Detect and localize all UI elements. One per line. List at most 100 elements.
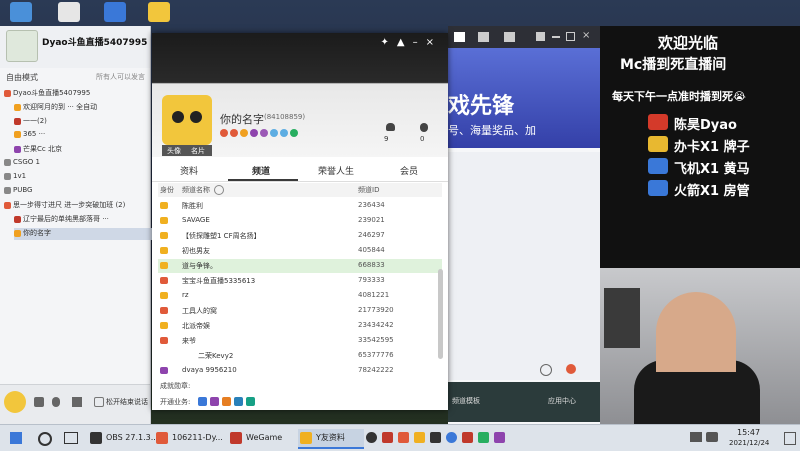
windows-start-icon[interactable] bbox=[10, 432, 22, 444]
banner-title: 戏先锋 bbox=[448, 94, 515, 119]
table-scrollbar[interactable] bbox=[438, 269, 443, 359]
grid-icon[interactable] bbox=[478, 32, 489, 42]
fans-icon[interactable] bbox=[420, 123, 428, 132]
medal-icon[interactable] bbox=[250, 129, 258, 137]
table-row[interactable]: rz 4081221 bbox=[158, 289, 442, 303]
table-row[interactable]: 来爷 33542595 bbox=[158, 334, 442, 348]
overlay-badge-icon bbox=[648, 114, 668, 130]
tab-info[interactable]: 资料 bbox=[180, 164, 198, 177]
microphone-icon[interactable] bbox=[52, 397, 60, 407]
app-icon bbox=[90, 432, 102, 444]
table-row[interactable]: 道与争锋。 668833 bbox=[158, 259, 442, 273]
tab-honor[interactable]: 荣誉人生 bbox=[318, 164, 354, 177]
tray-icon[interactable] bbox=[462, 432, 473, 443]
tray-icon[interactable] bbox=[430, 432, 441, 443]
channel-tree-item[interactable]: Dyao斗鱼直播5407995 bbox=[4, 88, 154, 100]
service-icon[interactable] bbox=[246, 397, 255, 406]
taskbar-app[interactable]: Y友资料 bbox=[298, 429, 364, 449]
home-icon[interactable] bbox=[454, 32, 465, 42]
edge-icon[interactable] bbox=[104, 2, 126, 22]
channel-tree-label: 一一(2) bbox=[23, 117, 47, 125]
tray-icon[interactable] bbox=[446, 432, 457, 443]
channel-tree-item[interactable]: 辽宁最后的单纯黑部落哥 ··· bbox=[14, 214, 164, 226]
table-row[interactable]: 北派帝娱 23434242 bbox=[158, 319, 442, 333]
close-icon[interactable]: × bbox=[426, 37, 442, 48]
leaf-icon[interactable] bbox=[290, 129, 298, 137]
channel-tree-item[interactable]: 你的名字 bbox=[14, 228, 164, 240]
qq-icon[interactable] bbox=[58, 2, 80, 22]
clock-date[interactable]: 2021/12/24 bbox=[729, 439, 769, 447]
close-icon[interactable]: × bbox=[582, 30, 590, 41]
tray-icon[interactable] bbox=[398, 432, 409, 443]
pin-icon[interactable] bbox=[536, 32, 545, 41]
search-icon[interactable] bbox=[38, 432, 52, 446]
channel-template-link[interactable]: 频道模板 bbox=[452, 396, 480, 406]
speaker-icon[interactable] bbox=[34, 397, 44, 407]
heart-icon[interactable] bbox=[386, 123, 395, 131]
record-icon[interactable] bbox=[566, 364, 576, 374]
service-icon[interactable] bbox=[198, 397, 207, 406]
diamond-icon[interactable] bbox=[270, 129, 278, 137]
profile-avatar[interactable] bbox=[162, 95, 212, 145]
table-row[interactable]: 宝宝斗鱼直播5335613 793333 bbox=[158, 274, 442, 288]
channel-tree-item[interactable]: 芒果Cc 北京 bbox=[14, 144, 164, 156]
diamond-icon[interactable] bbox=[280, 129, 288, 137]
medal-icon[interactable] bbox=[260, 129, 268, 137]
table-row[interactable]: dvaya 9956210 78242222 bbox=[158, 364, 442, 378]
tray-icon[interactable] bbox=[414, 432, 425, 443]
avatar-tab-photo[interactable]: 头像 bbox=[167, 146, 181, 156]
service-icon[interactable] bbox=[210, 397, 219, 406]
notification-icon[interactable] bbox=[784, 432, 796, 445]
service-icon[interactable] bbox=[222, 397, 231, 406]
chat-icon[interactable] bbox=[540, 364, 552, 376]
tab-channel[interactable]: 频道 bbox=[252, 164, 270, 177]
avatar[interactable] bbox=[4, 391, 26, 413]
channel-tree-item[interactable]: 思一步得寸进尺 进一步突破加班 (2) bbox=[4, 200, 154, 212]
channel-tree-item[interactable]: 365 ··· bbox=[14, 130, 164, 142]
avatar[interactable] bbox=[6, 30, 38, 62]
channel-tree-item[interactable]: 一一(2) bbox=[14, 116, 164, 128]
medal-icon[interactable] bbox=[230, 129, 238, 137]
game-banner[interactable]: 戏先锋 号、海量奖品、加 bbox=[448, 48, 600, 148]
tab-member[interactable]: 会员 bbox=[400, 164, 418, 177]
taskbar-app-label: OBS 27.1.3... bbox=[106, 433, 159, 442]
volume-icon[interactable] bbox=[706, 432, 718, 442]
channel-tree-item[interactable]: PUBG bbox=[4, 186, 154, 198]
table-row[interactable]: 工具人的窝 21773920 bbox=[158, 304, 442, 318]
table-row[interactable]: 陈胜利 236434 bbox=[158, 199, 442, 213]
table-row[interactable]: SAVAGE 239021 bbox=[158, 214, 442, 228]
tray-icon[interactable] bbox=[478, 432, 489, 443]
computer-icon[interactable] bbox=[10, 2, 32, 22]
table-row[interactable]: 二荣Kevy2 65377776 bbox=[158, 349, 442, 363]
channel-tree-item[interactable]: CSGO 1 bbox=[4, 158, 154, 170]
tray-icon[interactable] bbox=[366, 432, 377, 443]
channel-tree-item[interactable]: 欢迎阿月的到 ··· 全自动 bbox=[14, 102, 164, 114]
refresh-icon[interactable] bbox=[214, 185, 224, 195]
table-row[interactable]: 【侦探雕塑1 CF周名扬】 246297 bbox=[158, 229, 442, 243]
medal-icon[interactable] bbox=[240, 129, 248, 137]
task-view-icon[interactable] bbox=[64, 432, 78, 444]
service-icon[interactable] bbox=[234, 397, 243, 406]
up-icon[interactable]: ▲ bbox=[397, 37, 413, 48]
network-icon[interactable] bbox=[690, 432, 702, 442]
minimize-icon[interactable]: – bbox=[413, 37, 426, 48]
minimize-icon[interactable] bbox=[552, 36, 560, 38]
gamepad-icon[interactable] bbox=[504, 32, 515, 42]
mode-label[interactable]: 自由模式 bbox=[6, 72, 38, 83]
tray-icon[interactable] bbox=[494, 432, 505, 443]
clock-time[interactable]: 15:47 bbox=[737, 428, 760, 437]
channel-tree-item[interactable]: 1v1 bbox=[4, 172, 154, 184]
avatar-eye bbox=[190, 111, 202, 123]
channel-name: SAVAGE bbox=[182, 216, 210, 224]
pin-icon[interactable]: ✦ bbox=[381, 37, 397, 48]
medal-icon[interactable] bbox=[220, 129, 228, 137]
table-row[interactable]: 初也男友 405844 bbox=[158, 244, 442, 258]
equalizer-icon[interactable] bbox=[72, 397, 82, 407]
channel-name: 二荣Kevy2 bbox=[198, 352, 234, 360]
checkbox[interactable] bbox=[94, 397, 104, 407]
avatar-tab-card[interactable]: 名片 bbox=[191, 146, 205, 156]
tray-icon[interactable] bbox=[382, 432, 393, 443]
yy-icon[interactable] bbox=[148, 2, 170, 22]
maximize-icon[interactable] bbox=[566, 32, 575, 41]
app-center-link[interactable]: 应用中心 bbox=[548, 396, 576, 406]
